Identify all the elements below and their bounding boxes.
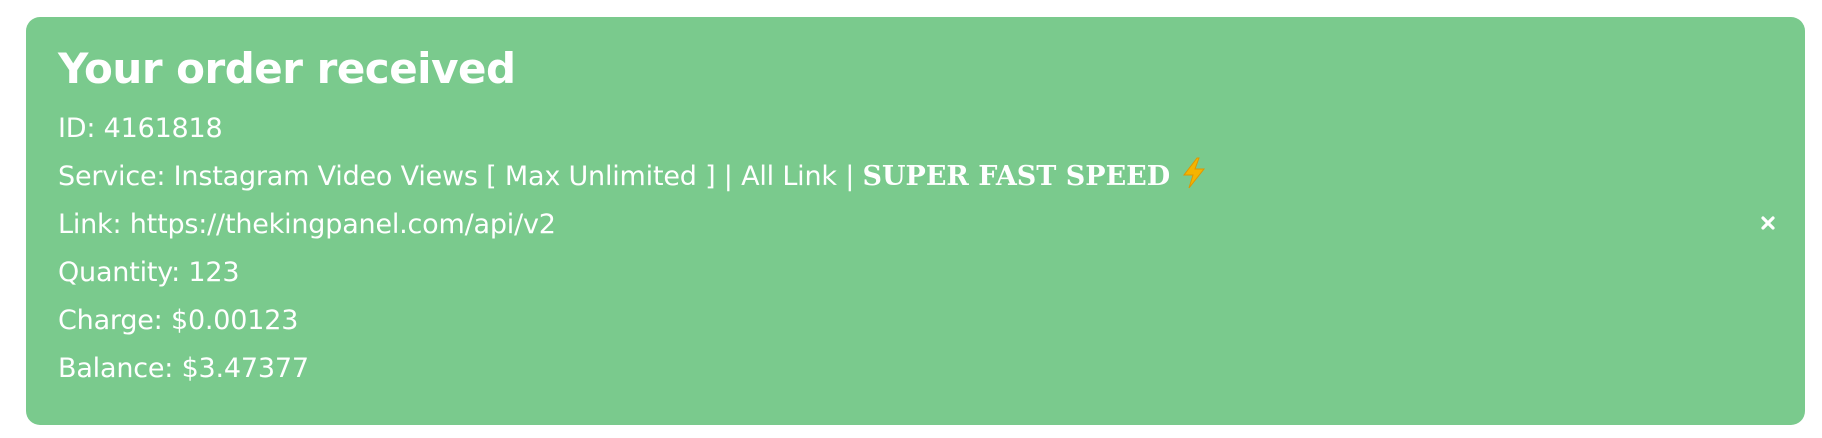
order-service: Service: Instagram Video Views [ Max Unl… [58,153,1773,201]
alert-title: Your order received [58,44,516,93]
lightning-bolt-icon [1180,157,1208,189]
account-balance: Balance: $3.47377 [58,353,309,384]
close-icon [1761,215,1775,234]
order-success-alert: Your order received ID: 4161818 Service:… [26,17,1805,425]
order-quantity: Quantity: 123 [58,257,240,288]
order-id: ID: 4161818 [58,113,223,144]
service-text: Service: Instagram Video Views [ Max Unl… [58,161,863,192]
order-charge: Charge: $0.00123 [58,305,299,336]
service-speed-text: SUPER FAST SPEED [862,161,1171,192]
order-details: ID: 4161818 Service: Instagram Video Vie… [58,105,1773,393]
close-button[interactable] [1757,213,1779,235]
order-link: Link: https://thekingpanel.com/api/v2 [58,209,556,240]
